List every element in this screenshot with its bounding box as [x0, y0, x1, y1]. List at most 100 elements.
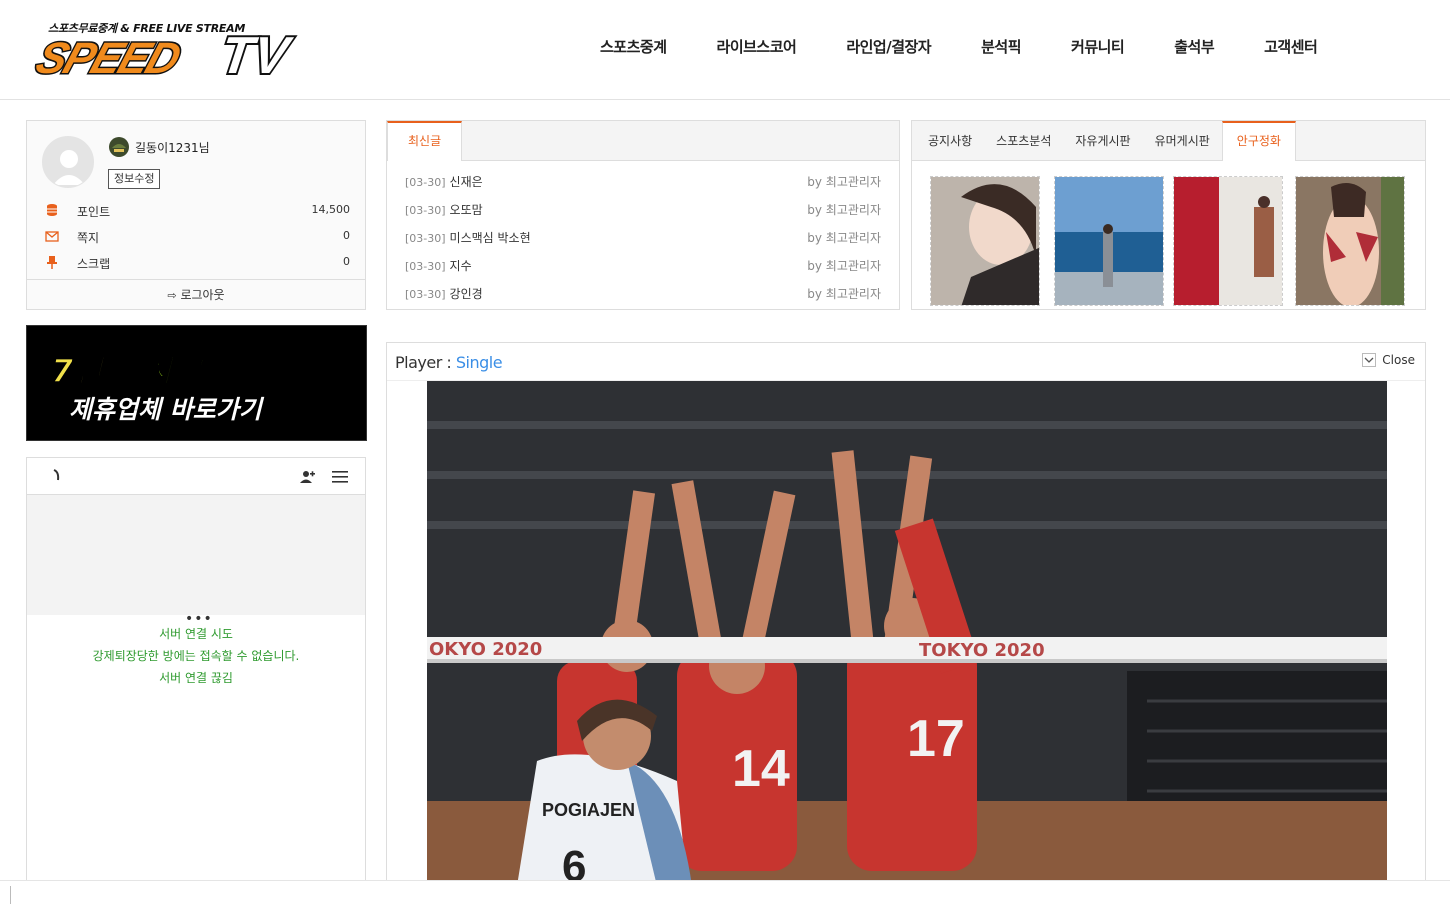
logout-button[interactable]: ⇨ 로그아웃	[27, 279, 365, 310]
player-title: Player : Single	[395, 353, 503, 372]
nav-live-score[interactable]: 라이브스코어	[692, 36, 822, 57]
menu-icon[interactable]	[332, 469, 350, 485]
board-tabs: 공지사항 스포츠분석 자유게시판 유머게시판 안구정화	[912, 121, 1425, 161]
video-frame[interactable]: 14 17 OKYO 2020 TOKYO 2020 POGIAJEN 6	[427, 381, 1387, 886]
stat-value: 0	[343, 229, 350, 242]
coins-icon	[47, 204, 57, 216]
stat-messages[interactable]: 쪽지 0	[45, 227, 350, 247]
chat-messages-area[interactable]	[27, 495, 365, 615]
chat-status-line: 강제퇴장당한 방에는 접속할 수 없습니다.	[92, 649, 300, 663]
username: 길동이1231님	[135, 141, 210, 155]
stat-scrap[interactable]: 스크랩 0	[45, 253, 350, 273]
mail-icon	[45, 231, 59, 242]
loading-spinner-icon	[53, 469, 60, 481]
tab-eye-candy[interactable]: 안구정화	[1221, 121, 1296, 161]
chat-status-line: 서버 연결 시도	[159, 627, 233, 641]
post-author: by 최고관리자	[807, 231, 881, 245]
svg-text:SPEED: SPEED	[30, 33, 187, 78]
post-title[interactable]: 미스맥심 박소현	[450, 231, 531, 245]
net-banner-left: OKYO 2020	[429, 639, 542, 660]
tab-sports-analysis[interactable]: 스포츠분석	[984, 121, 1063, 161]
post-date: [03-30]	[405, 260, 446, 273]
player-header: Player : Single Close	[387, 343, 1425, 381]
stat-label: 스크랩	[77, 257, 111, 271]
logout-icon: ⇨	[167, 289, 177, 302]
stat-label: 쪽지	[77, 231, 100, 245]
jersey-number: 17	[907, 710, 965, 768]
video-still: 14 17 OKYO 2020 TOKYO 2020 POGIAJEN 6	[427, 381, 1387, 886]
users-icon[interactable]	[299, 469, 315, 485]
nav-attendance[interactable]: 출석부	[1149, 36, 1239, 57]
chevron-down-icon[interactable]	[1362, 353, 1377, 367]
gallery-thumbnail[interactable]	[1054, 176, 1164, 306]
main-nav: 스포츠중계 라이브스코어 라인업/결장자 분석픽 커뮤니티 출석부 고객센터	[575, 36, 1342, 57]
nav-analysis-pick[interactable]: 분석픽	[956, 36, 1046, 57]
post-title[interactable]: 오또맘	[450, 203, 483, 217]
site-header: 스포츠무료중계 & FREE LIVE STREAM SPEED TV 스포츠중…	[0, 0, 1450, 100]
chat-status-line: 서버 연결 끊김	[159, 671, 233, 685]
tab-latest[interactable]: 최신글	[387, 121, 463, 161]
divider	[10, 886, 11, 904]
stat-points[interactable]: 포인트 14,500	[45, 201, 350, 221]
svg-text:7년무사고: 7년 무사고	[51, 352, 206, 390]
tab-humor-board[interactable]: 유머게시판	[1143, 121, 1222, 161]
nav-community[interactable]: 커뮤니티	[1046, 36, 1149, 57]
list-item[interactable]: [03-30] 지수 by 최고관리자	[405, 257, 881, 277]
post-author: by 최고관리자	[807, 203, 881, 217]
level-badge-icon	[109, 137, 129, 157]
gallery-thumbnail[interactable]	[930, 176, 1040, 306]
latest-tabs: 최신글	[387, 121, 899, 161]
post-title[interactable]: 지수	[450, 259, 472, 273]
tab-notice[interactable]: 공지사항	[916, 121, 984, 161]
nav-sports-stream[interactable]: 스포츠중계	[575, 36, 692, 57]
video-player-panel: Player : Single Close 14 17 OKYO 2020 TO…	[386, 342, 1426, 887]
partner-banner-art: 7년 무사고 제휴업체 바로가기	[50, 351, 265, 424]
post-author: by 최고관리자	[807, 175, 881, 189]
list-item[interactable]: [03-30] 미스맥심 박소현 by 최고관리자	[405, 229, 881, 249]
partner-banner[interactable]: 7년 무사고 제휴업체 바로가기	[26, 325, 367, 441]
chat-header	[27, 458, 365, 495]
post-date: [03-30]	[405, 204, 446, 217]
avatar	[42, 136, 94, 188]
net-banner-right: TOKYO 2020	[919, 640, 1045, 661]
profile-panel: 길동이1231님 정보수정 포인트 14,500 쪽지 0 스크랩 0 ⇨ 로그…	[26, 120, 366, 310]
logo-wordmark: SPEED TV	[29, 28, 300, 78]
svg-text:TV: TV	[213, 28, 299, 78]
board-gallery-panel: 공지사항 스포츠분석 자유게시판 유머게시판 안구정화	[911, 120, 1426, 310]
player-mode[interactable]: Single	[456, 353, 503, 372]
post-title[interactable]: 강인경	[450, 287, 483, 301]
tab-free-board[interactable]: 자유게시판	[1063, 121, 1142, 161]
stat-value: 14,500	[311, 203, 351, 216]
post-date: [03-30]	[405, 232, 446, 245]
post-author: by 최고관리자	[807, 259, 881, 273]
post-date: [03-30]	[405, 176, 446, 189]
banner-years: 7년	[51, 352, 106, 390]
close-label: Close	[1382, 353, 1415, 367]
banner-partner-link: 제휴업체 바로가기	[69, 395, 265, 424]
bottom-bar	[0, 880, 1450, 906]
pin-icon	[47, 256, 57, 269]
stat-value: 0	[343, 255, 350, 268]
jersey-number: 14	[732, 740, 790, 798]
nav-lineup[interactable]: 라인업/결장자	[821, 36, 956, 57]
player-label: Player :	[395, 353, 452, 372]
nav-customer-center[interactable]: 고객센터	[1239, 36, 1342, 57]
chat-panel: ••• 서버 연결 시도 강제퇴장당한 방에는 접속할 수 없습니다. 서버 연…	[26, 457, 366, 887]
post-date: [03-30]	[405, 288, 446, 301]
chat-status: 서버 연결 시도 강제퇴장당한 방에는 접속할 수 없습니다. 서버 연결 끊김	[27, 623, 365, 689]
list-item[interactable]: [03-30] 오또맘 by 최고관리자	[405, 201, 881, 221]
latest-posts-panel: 최신글 [03-30] 신재은 by 최고관리자 [03-30] 오또맘 by 최고관리…	[386, 120, 900, 310]
player-close-button[interactable]: Close	[1362, 353, 1415, 367]
banner-accident-free: 무사고	[115, 352, 206, 390]
edit-profile-button[interactable]: 정보수정	[108, 169, 161, 189]
list-item[interactable]: [03-30] 강인경 by 최고관리자	[405, 285, 881, 305]
stat-label: 포인트	[77, 205, 111, 219]
list-item[interactable]: [03-30] 신재은 by 최고관리자	[405, 173, 881, 193]
post-author: by 최고관리자	[807, 287, 881, 301]
gallery-thumbnail[interactable]	[1173, 176, 1283, 306]
site-logo[interactable]: 스포츠무료중계 & FREE LIVE STREAM SPEED TV	[26, 18, 346, 78]
logout-label: 로그아웃	[180, 288, 225, 302]
post-title[interactable]: 신재은	[450, 175, 483, 189]
gallery-thumbnail[interactable]	[1295, 176, 1405, 306]
player-name: POGIAJEN	[542, 800, 635, 820]
